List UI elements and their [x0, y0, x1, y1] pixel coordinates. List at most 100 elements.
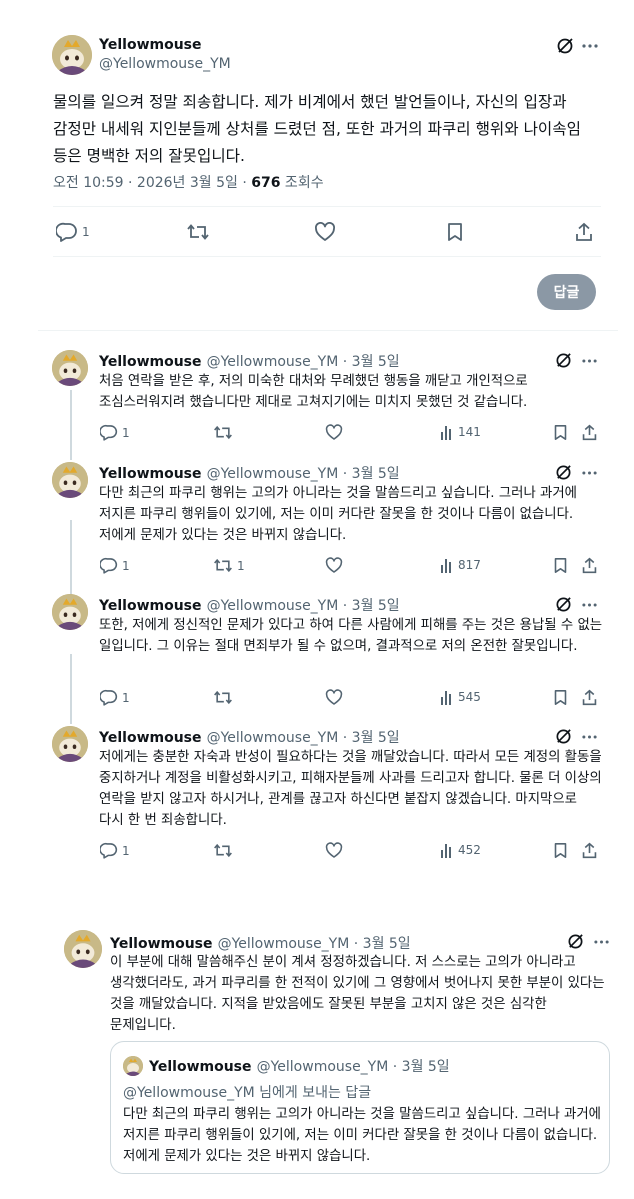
retweet-button[interactable]: 1: [213, 557, 245, 574]
views-count: 141: [458, 425, 481, 439]
share-button[interactable]: [581, 557, 598, 574]
bookmark-button[interactable]: [446, 222, 464, 242]
tweet-header: Yellowmouse @Yellowmouse_YM · 3월 5일: [99, 351, 400, 371]
views-button[interactable]: 545: [440, 689, 481, 705]
avatar[interactable]: [52, 35, 92, 75]
share-button[interactable]: [581, 689, 598, 706]
reply-button[interactable]: 1: [56, 222, 90, 242]
author-handle-date[interactable]: @Yellowmouse_YM · 3월 5일: [207, 598, 400, 614]
reply-button[interactable]: 1: [100, 842, 130, 859]
more-dots-icon[interactable]: [582, 44, 598, 48]
views-button[interactable]: 141: [440, 424, 481, 440]
grok-icon[interactable]: [555, 352, 572, 369]
tweet-text: 다만 최근의 파쿠리 행위는 고의가 아니라는 것을 말씀드리고 싶습니다. 그…: [99, 486, 577, 543]
author-handle-date[interactable]: @Yellowmouse_YM · 3월 5일: [207, 730, 400, 746]
reply-button[interactable]: 1: [100, 689, 130, 706]
reply-icon: [100, 557, 118, 574]
avatar-image: [52, 594, 88, 630]
tweet-header: Yellowmouse @Yellowmouse_YM · 3월 5일: [99, 595, 400, 615]
retweet-count: 1: [237, 558, 245, 573]
like-icon: [325, 842, 343, 858]
avatar[interactable]: [64, 930, 102, 968]
bookmark-icon: [554, 843, 567, 858]
author-handle-date[interactable]: @Yellowmouse_YM · 3월 5일: [207, 466, 400, 482]
retweet-button[interactable]: [186, 222, 210, 242]
like-button[interactable]: [314, 222, 336, 242]
author-name[interactable]: Yellowmouse: [99, 730, 202, 746]
reply-button[interactable]: 1: [100, 557, 130, 574]
tweet-timestamp: 오전 10:59 · 2026년 3월 5일 · 676 조회수: [53, 172, 324, 192]
more-dots-icon[interactable]: [594, 940, 609, 944]
share-icon: [576, 222, 592, 241]
bookmark-button[interactable]: [553, 424, 568, 441]
like-button[interactable]: [325, 424, 343, 441]
author-name[interactable]: Yellowmouse: [99, 466, 202, 482]
avatar[interactable]: [52, 350, 88, 386]
share-button[interactable]: [581, 424, 598, 441]
views-button[interactable]: 452: [440, 842, 481, 858]
bookmark-button[interactable]: [553, 689, 568, 706]
avatar-image: [64, 930, 102, 968]
author-handle-date[interactable]: @Yellowmouse_YM · 3월 5일: [207, 354, 400, 370]
views-count: 545: [458, 690, 481, 704]
retweet-icon: [214, 690, 232, 705]
share-icon: [582, 424, 597, 441]
bookmark-button[interactable]: [553, 842, 568, 859]
avatar[interactable]: [52, 726, 88, 762]
retweet-icon: [214, 558, 232, 573]
grok-icon[interactable]: [556, 37, 574, 55]
reply-icon: [56, 222, 77, 242]
like-icon: [325, 424, 343, 440]
share-button[interactable]: [574, 222, 594, 242]
quoted-text: 다만 최근의 파쿠리 행위는 고의가 아니라는 것을 말씀드리고 싶습니다. 그…: [123, 1107, 601, 1164]
retweet-button[interactable]: [213, 424, 237, 441]
divider: [38, 330, 618, 331]
author-handle[interactable]: @Yellowmouse_YM: [99, 56, 231, 72]
like-button[interactable]: [325, 842, 343, 859]
views-icon: [441, 426, 451, 440]
more-dots-icon[interactable]: [582, 735, 597, 739]
bookmark-icon: [554, 690, 567, 705]
quoted-handle-date: @Yellowmouse_YM · 3월 5일: [256, 1059, 450, 1075]
author-name[interactable]: Yellowmouse: [99, 37, 202, 53]
reply-icon: [100, 842, 118, 859]
reply-button[interactable]: 1: [100, 424, 130, 441]
reply-submit-button[interactable]: 답글: [537, 274, 596, 310]
retweet-icon: [214, 843, 232, 858]
tweet-text: 또한, 저에게 정신적인 문제가 있다고 하여 다른 사람에게 피해를 주는 것…: [99, 618, 603, 654]
share-button[interactable]: [581, 842, 598, 859]
more-dots-icon[interactable]: [582, 359, 597, 363]
divider: [53, 256, 601, 257]
views-count: 452: [458, 843, 481, 857]
tweet-text: 처음 연락을 받은 후, 저의 미숙한 대처와 무례했던 행동을 깨닫고 개인적…: [99, 374, 528, 410]
like-icon: [315, 222, 335, 241]
avatar-image: [52, 350, 88, 386]
grok-icon[interactable]: [555, 728, 572, 745]
grok-icon[interactable]: [555, 596, 572, 613]
avatar[interactable]: [52, 594, 88, 630]
views-button[interactable]: 817: [440, 557, 481, 573]
like-button[interactable]: [325, 689, 343, 706]
more-dots-icon[interactable]: [582, 603, 597, 607]
retweet-button[interactable]: [213, 842, 237, 859]
grok-icon[interactable]: [555, 464, 572, 481]
like-button[interactable]: [325, 557, 343, 574]
tweet-time[interactable]: 오전 10:59 · 2026년 3월 5일 ·: [53, 175, 251, 191]
avatar[interactable]: [52, 462, 88, 498]
more-dots-icon[interactable]: [582, 471, 597, 475]
grok-icon[interactable]: [567, 933, 584, 950]
author-name[interactable]: Yellowmouse: [99, 354, 202, 370]
author-name[interactable]: Yellowmouse: [110, 936, 213, 952]
avatar-image: [52, 726, 88, 762]
quoted-tweet-card[interactable]: Yellowmouse @Yellowmouse_YM · 3월 5일 @Yel…: [110, 1041, 610, 1174]
author-name[interactable]: Yellowmouse: [99, 598, 202, 614]
reply-to-label: @Yellowmouse_YM 님에게 보내는 답글: [123, 1085, 372, 1101]
reply-count: 1: [122, 425, 130, 440]
author-handle-date[interactable]: @Yellowmouse_YM · 3월 5일: [218, 936, 411, 952]
retweet-button[interactable]: [213, 689, 237, 706]
bookmark-button[interactable]: [553, 557, 568, 574]
views-icon: [441, 559, 451, 573]
thread-line: [70, 520, 72, 596]
thread-line: [70, 390, 72, 460]
avatar-image: [52, 462, 88, 498]
